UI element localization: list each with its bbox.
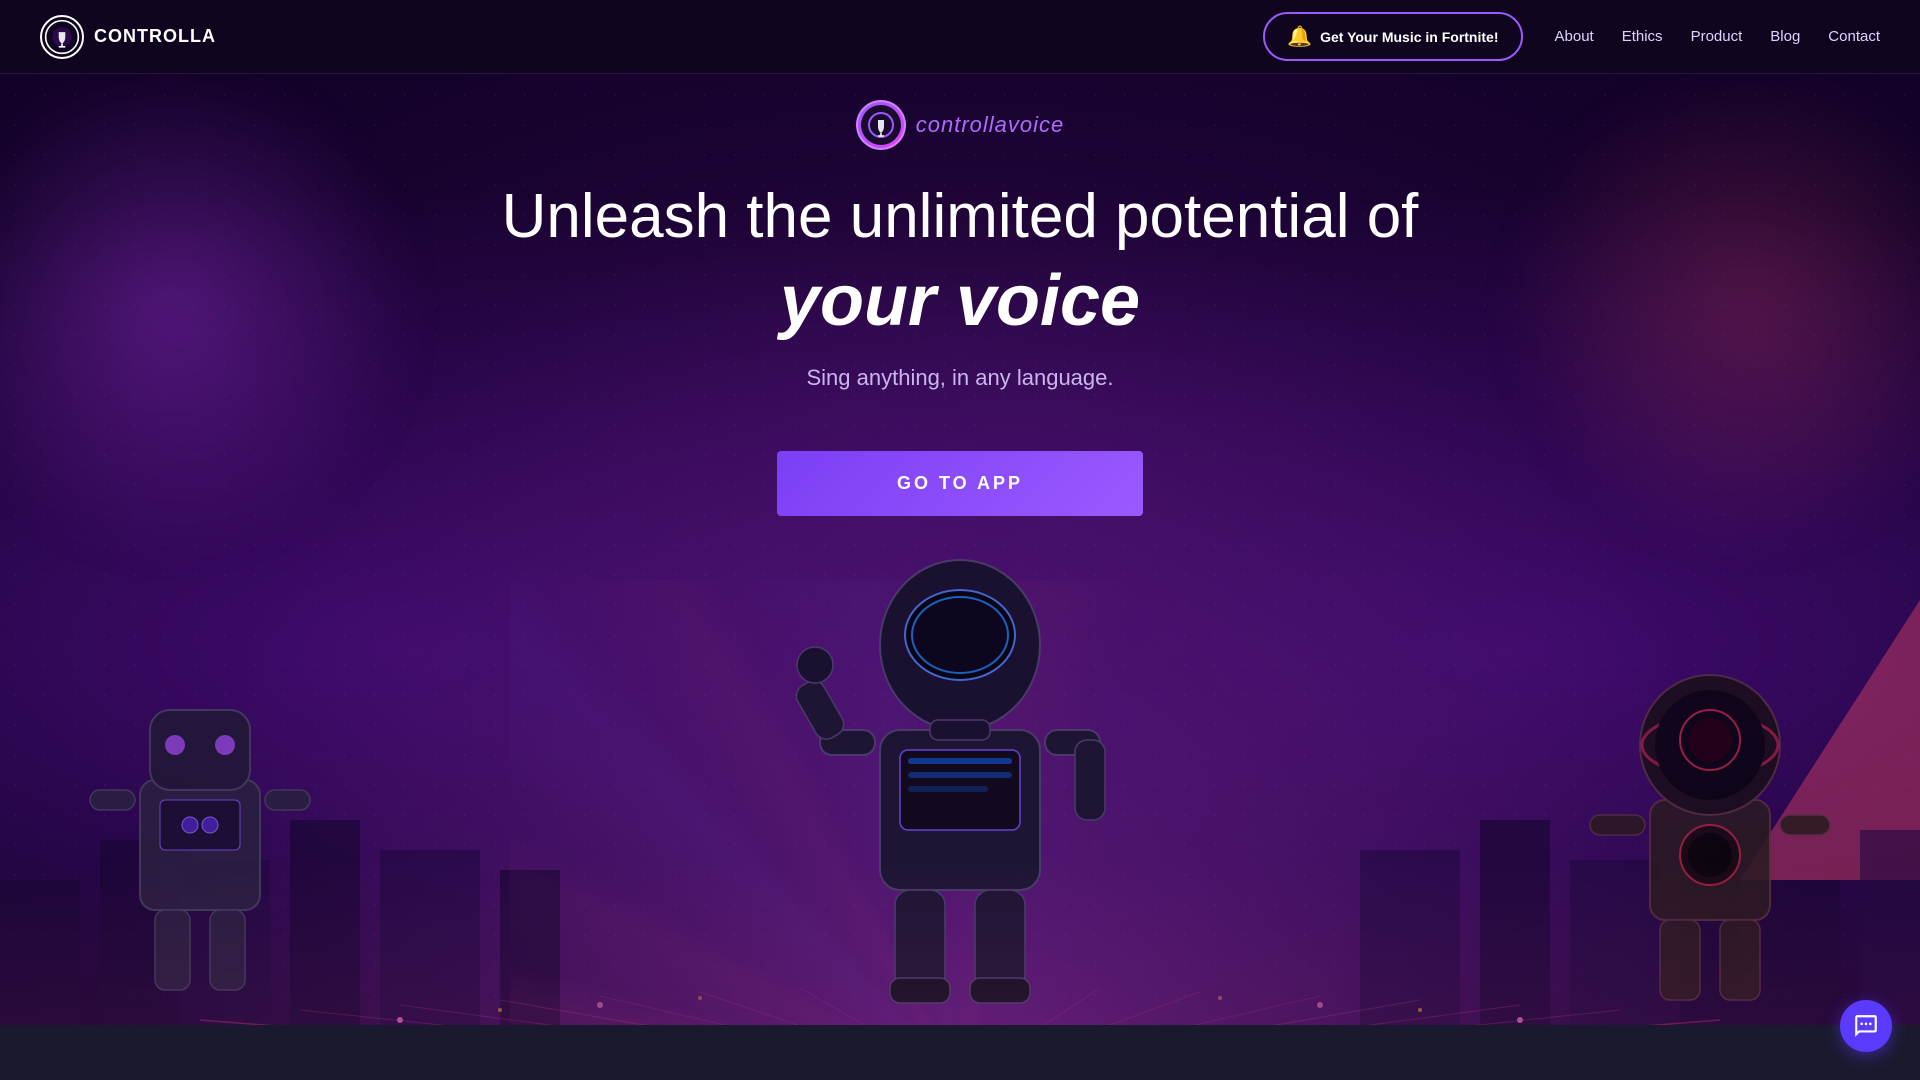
navbar: CONTROLLA 🔔 Get Your Music in Fortnite! … <box>0 0 1920 74</box>
nav-item-product[interactable]: Product <box>1691 28 1743 46</box>
chat-bubble-button[interactable] <box>1840 1000 1892 1052</box>
robot-center <box>790 480 1130 1080</box>
cv-logo-icon <box>856 100 906 150</box>
cv-logo-text: controllavoice <box>916 112 1065 138</box>
bell-icon: 🔔 <box>1287 24 1312 49</box>
nav-item-blog[interactable]: Blog <box>1770 28 1800 46</box>
controllavoice-logo: controllavoice <box>856 100 1065 150</box>
hero-headline-line1: Unleash the unlimited potential of <box>502 180 1419 254</box>
go-to-app-button[interactable]: GO TO APP <box>777 451 1143 516</box>
logo-text: CONTROLLA <box>94 26 216 47</box>
nav-item-about[interactable]: About <box>1555 28 1594 46</box>
logo-icon <box>40 15 84 59</box>
nav-right: 🔔 Get Your Music in Fortnite! About Ethi… <box>1263 12 1880 61</box>
hero-section: controllavoice Unleash the unlimited pot… <box>0 0 1920 1080</box>
hero-content: controllavoice Unleash the unlimited pot… <box>502 100 1419 516</box>
robot-left <box>60 580 340 1080</box>
hero-headline-line2: your voice <box>780 258 1140 344</box>
footer-bar <box>0 1025 1920 1080</box>
chat-icon <box>1853 1013 1879 1039</box>
fortnite-cta-button[interactable]: 🔔 Get Your Music in Fortnite! <box>1263 12 1522 61</box>
nav-item-ethics[interactable]: Ethics <box>1622 28 1663 46</box>
hero-subtitle: Sing anything, in any language. <box>806 365 1113 391</box>
nav-links: About Ethics Product Blog Contact <box>1555 28 1881 46</box>
nav-item-contact[interactable]: Contact <box>1828 28 1880 46</box>
cv-logo-inner <box>861 105 901 145</box>
nav-logo[interactable]: CONTROLLA <box>40 15 216 59</box>
robot-right <box>1580 600 1840 1080</box>
